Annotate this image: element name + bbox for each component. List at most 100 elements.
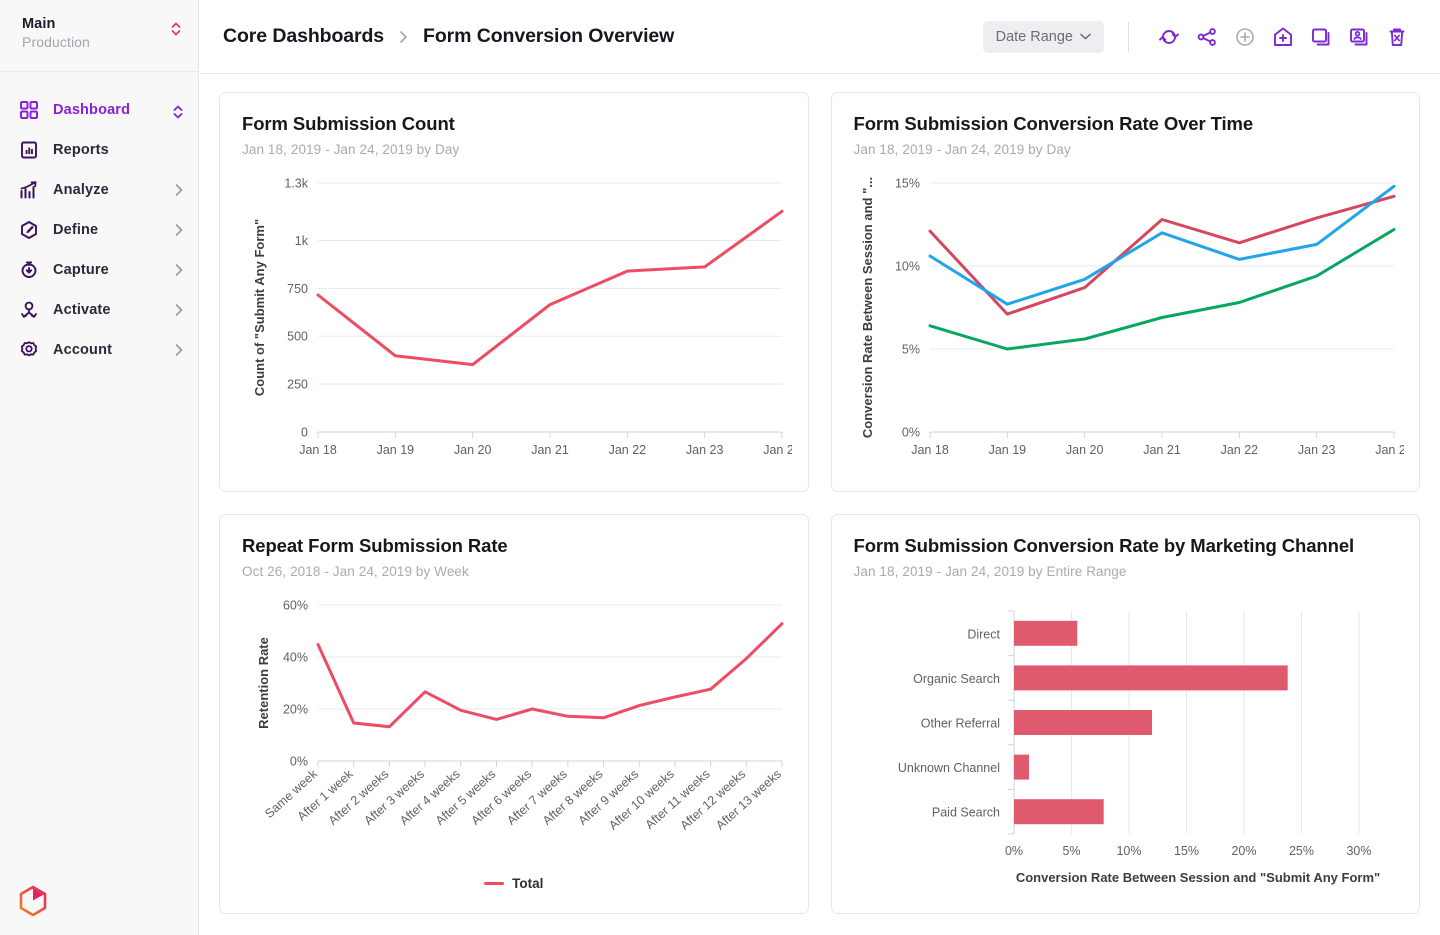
svg-text:0: 0 xyxy=(301,426,308,440)
svg-text:30%: 30% xyxy=(1346,844,1371,858)
legend-label: Total xyxy=(512,876,543,891)
card-repeat-form-submission-rate[interactable]: Repeat Form Submission Rate Oct 26, 2018… xyxy=(219,514,809,914)
sidebar-item-dashboard[interactable]: Dashboard xyxy=(0,90,198,130)
svg-text:Jan 22: Jan 22 xyxy=(1220,443,1258,457)
svg-text:40%: 40% xyxy=(283,651,308,665)
sidebar-item-label: Reports xyxy=(53,142,184,158)
sidebar-nav: Dashboard Reports xyxy=(0,72,198,370)
svg-text:10%: 10% xyxy=(1116,844,1141,858)
project-name: Main xyxy=(22,16,90,32)
svg-text:Jan 18: Jan 18 xyxy=(911,443,949,457)
svg-text:Jan 19: Jan 19 xyxy=(988,443,1026,457)
svg-text:0%: 0% xyxy=(290,755,308,769)
card-subtitle: Oct 26, 2018 - Jan 24, 2019 by Week xyxy=(242,564,786,579)
svg-text:Direct: Direct xyxy=(967,627,1000,641)
sidebar-item-activate[interactable]: Activate xyxy=(0,290,198,330)
sidebar-item-label: Define xyxy=(53,222,161,238)
svg-text:1.3k: 1.3k xyxy=(284,177,308,191)
project-environment: Production xyxy=(22,34,90,50)
add-circle-icon[interactable] xyxy=(1226,18,1264,56)
chevron-right-icon xyxy=(174,303,184,317)
sidebar-item-label: Account xyxy=(53,342,161,358)
user-copy-icon[interactable] xyxy=(1340,18,1378,56)
chart-conversion-rate-over-time: 0%5%10%15%Jan 18Jan 19Jan 20Jan 21Jan 22… xyxy=(854,169,1398,479)
chevron-right-icon xyxy=(174,223,184,237)
svg-text:5%: 5% xyxy=(901,343,919,357)
svg-text:Conversion Rate Between Sessio: Conversion Rate Between Session and "... xyxy=(860,177,875,438)
svg-text:Count of "Submit Any Form": Count of "Submit Any Form" xyxy=(252,219,267,396)
svg-text:Jan 24: Jan 24 xyxy=(763,443,792,457)
sidebar-item-account[interactable]: Account xyxy=(0,330,198,370)
sidebar-item-label: Dashboard xyxy=(53,102,159,118)
page-title: Form Conversion Overview xyxy=(423,25,674,48)
chart-repeat-form-submission-rate: 0%20%40%60%Same weekAfter 1 weekAfter 2 … xyxy=(242,591,786,874)
main-area: Core Dashboards Form Conversion Overview… xyxy=(199,0,1440,935)
share-icon[interactable] xyxy=(1188,18,1226,56)
svg-text:15%: 15% xyxy=(1173,844,1198,858)
svg-text:15%: 15% xyxy=(894,177,919,191)
card-subtitle: Jan 18, 2019 - Jan 24, 2019 by Day xyxy=(854,142,1398,157)
analyze-icon xyxy=(18,179,40,201)
hexagon-pie-logo xyxy=(18,885,48,917)
refresh-icon[interactable] xyxy=(1150,18,1188,56)
svg-text:Jan 23: Jan 23 xyxy=(686,443,724,457)
sidebar-item-label: Capture xyxy=(53,262,161,278)
svg-text:Jan 23: Jan 23 xyxy=(1297,443,1335,457)
card-title: Form Submission Conversion Rate Over Tim… xyxy=(854,113,1398,135)
breadcrumb: Core Dashboards Form Conversion Overview xyxy=(223,25,983,48)
card-subtitle: Jan 18, 2019 - Jan 24, 2019 by Day xyxy=(242,142,786,157)
svg-text:0%: 0% xyxy=(901,426,919,440)
top-bar: Core Dashboards Form Conversion Overview… xyxy=(199,0,1440,74)
capture-icon xyxy=(18,259,40,281)
sidebar-item-reports[interactable]: Reports xyxy=(0,130,198,170)
sidebar-item-label: Activate xyxy=(53,302,161,318)
sidebar-item-capture[interactable]: Capture xyxy=(0,250,198,290)
up-down-chevron-icon[interactable] xyxy=(170,19,182,39)
sidebar-item-define[interactable]: Define xyxy=(0,210,198,250)
chevron-right-icon xyxy=(174,183,184,197)
svg-text:5%: 5% xyxy=(1062,844,1080,858)
card-title: Repeat Form Submission Rate xyxy=(242,535,786,557)
app-root: Main Production Dashboard xyxy=(0,0,1440,935)
svg-text:1k: 1k xyxy=(295,234,309,248)
svg-text:Retention Rate: Retention Rate xyxy=(256,637,271,729)
home-add-icon[interactable] xyxy=(1264,18,1302,56)
define-icon xyxy=(18,219,40,241)
card-conversion-rate-over-time[interactable]: Form Submission Conversion Rate Over Tim… xyxy=(831,92,1421,492)
svg-text:Jan 24: Jan 24 xyxy=(1375,443,1404,457)
svg-text:Jan 20: Jan 20 xyxy=(1065,443,1103,457)
svg-text:Other Referral: Other Referral xyxy=(920,717,999,731)
toolbar: Date Range xyxy=(983,18,1416,56)
svg-text:250: 250 xyxy=(287,378,308,392)
report-icon xyxy=(18,139,40,161)
svg-text:Paid Search: Paid Search xyxy=(931,806,999,820)
legend-swatch xyxy=(484,882,504,885)
dashboard-grid: Form Submission Count Jan 18, 2019 - Jan… xyxy=(199,74,1440,935)
date-range-button[interactable]: Date Range xyxy=(983,21,1104,53)
grid-icon xyxy=(18,99,40,121)
chart-conversion-rate-by-channel: 0% 5% 10% 15% 20% 25% 30% Direct Organic Search O… xyxy=(854,591,1398,901)
svg-text:25%: 25% xyxy=(1288,844,1313,858)
card-title: Form Submission Count xyxy=(242,113,786,135)
gear-icon xyxy=(18,339,40,361)
svg-text:0%: 0% xyxy=(1004,844,1022,858)
svg-text:60%: 60% xyxy=(283,599,308,613)
project-selector[interactable]: Main Production xyxy=(0,0,198,72)
svg-text:Jan 22: Jan 22 xyxy=(609,443,647,457)
card-conversion-rate-by-channel[interactable]: Form Submission Conversion Rate by Marke… xyxy=(831,514,1421,914)
breadcrumb-root[interactable]: Core Dashboards xyxy=(223,25,384,48)
card-form-submission-count[interactable]: Form Submission Count Jan 18, 2019 - Jan… xyxy=(219,92,809,492)
chevron-down-icon xyxy=(1080,33,1091,40)
trash-icon[interactable] xyxy=(1378,18,1416,56)
project-names: Main Production xyxy=(22,16,90,50)
svg-text:Jan 21: Jan 21 xyxy=(531,443,569,457)
card-title: Form Submission Conversion Rate by Marke… xyxy=(854,535,1398,557)
sidebar-item-analyze[interactable]: Analyze xyxy=(0,170,198,210)
svg-text:750: 750 xyxy=(287,282,308,296)
chevron-right-icon xyxy=(399,30,408,44)
dashboard-updown-chevron-icon[interactable] xyxy=(172,102,184,122)
svg-text:20%: 20% xyxy=(1231,844,1256,858)
chevron-right-icon xyxy=(174,343,184,357)
svg-text:Organic Search: Organic Search xyxy=(913,672,1000,686)
duplicate-icon[interactable] xyxy=(1302,18,1340,56)
